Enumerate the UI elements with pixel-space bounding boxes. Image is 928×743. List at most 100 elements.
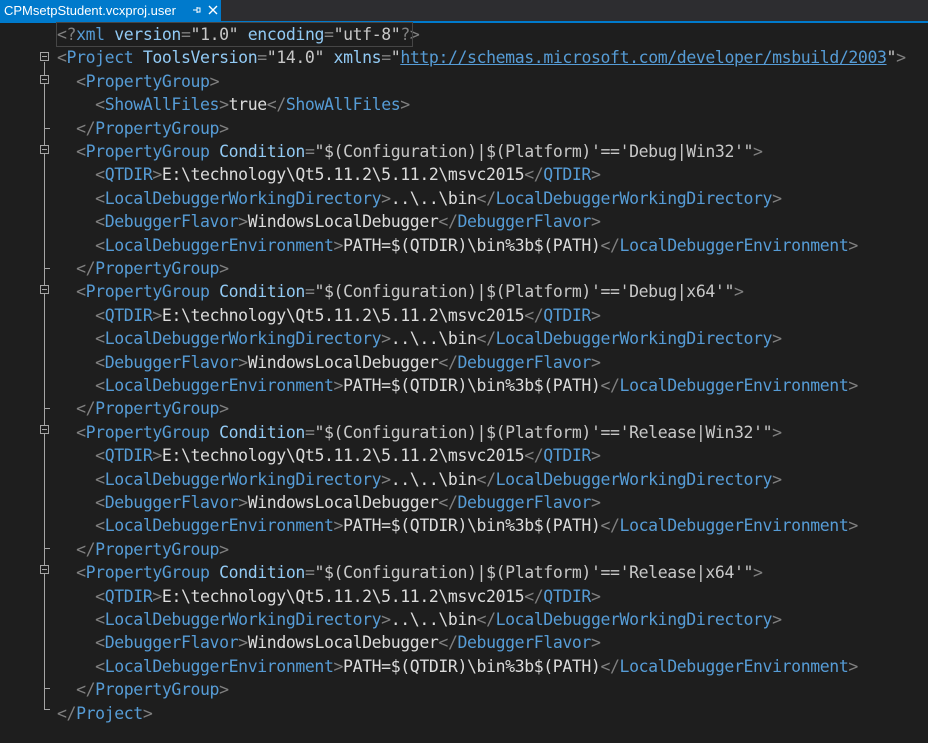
attr-name: version bbox=[114, 25, 181, 44]
element-name: LocalDebuggerEnvironment bbox=[104, 376, 334, 395]
code-line-qtdir[interactable]: <QTDIR>E:\technology\Qt5.11.2\5.11.2\msv… bbox=[57, 163, 601, 186]
collapse-icon[interactable] bbox=[40, 52, 49, 61]
element-value: ..\..\bin bbox=[390, 469, 477, 489]
element-name: QTDIR bbox=[104, 586, 153, 606]
code-line-flavor[interactable]: <DebuggerFlavor>WindowsLocalDebugger</De… bbox=[57, 491, 601, 514]
code-line[interactable]: <ShowAllFiles>true</ShowAllFiles> bbox=[57, 93, 410, 116]
fold-guide-line bbox=[44, 155, 45, 268]
document-tab[interactable]: CPMsetpStudent.vcxproj.user bbox=[0, 0, 221, 21]
element-name: LocalDebuggerWorkingDirectory bbox=[104, 469, 382, 489]
element-value: E:\technology\Qt5.11.2\5.11.2\msvc2015 bbox=[161, 586, 525, 606]
code-line-env[interactable]: <LocalDebuggerEnvironment>PATH=$(QTDIR)\… bbox=[57, 655, 858, 678]
element-name: PropertyGroup bbox=[85, 422, 210, 442]
element-name: DebuggerFlavor bbox=[457, 212, 591, 232]
code-line-workdir[interactable]: <LocalDebuggerWorkingDirectory>..\..\bin… bbox=[57, 187, 782, 210]
code-line-property-group-open[interactable]: <PropertyGroup Condition="$(Configuratio… bbox=[57, 561, 763, 584]
code-line-property-group-open[interactable]: <PropertyGroup Condition="$(Configuratio… bbox=[57, 140, 763, 163]
code-line-workdir[interactable]: <LocalDebuggerWorkingDirectory>..\..\bin… bbox=[57, 608, 782, 631]
collapse-icon[interactable] bbox=[40, 425, 49, 434]
element-name: LocalDebuggerEnvironment bbox=[619, 376, 849, 395]
element-value: E:\technology\Qt5.11.2\5.11.2\msvc2015 bbox=[161, 305, 525, 325]
code-line-workdir[interactable]: <LocalDebuggerWorkingDirectory>..\..\bin… bbox=[57, 468, 782, 491]
collapse-icon[interactable] bbox=[40, 565, 49, 574]
close-icon[interactable] bbox=[205, 4, 221, 18]
attr-name: Condition bbox=[219, 282, 305, 302]
element-name: PropertyGroup bbox=[95, 539, 220, 559]
attr-value: "$(Configuration)|$(Platform)'=='Release… bbox=[314, 563, 754, 583]
element-value: ..\..\bin bbox=[390, 329, 477, 349]
element-name: QTDIR bbox=[104, 446, 153, 466]
fold-guide-end bbox=[44, 128, 50, 129]
element-name: Project bbox=[76, 703, 143, 723]
element-name: DebuggerFlavor bbox=[104, 352, 239, 372]
attr-name: xmlns bbox=[333, 48, 382, 68]
attr-name: Condition bbox=[219, 142, 305, 161]
fold-guide-end bbox=[44, 548, 50, 549]
code-line-project-open[interactable]: <Project ToolsVersion="14.0" xmlns="http… bbox=[57, 46, 906, 69]
collapse-icon[interactable] bbox=[40, 285, 49, 294]
attr-name: encoding bbox=[247, 25, 325, 44]
fold-guide-line bbox=[44, 575, 45, 688]
element-value: PATH=$(QTDIR)\bin%3b$(PATH) bbox=[343, 516, 601, 536]
code-line-qtdir[interactable]: <QTDIR>E:\technology\Qt5.11.2\5.11.2\msv… bbox=[57, 304, 601, 327]
attr-value: "utf-8" bbox=[333, 25, 401, 44]
document-tab-bar: CPMsetpStudent.vcxproj.user bbox=[0, 0, 928, 21]
code-editor[interactable]: <?xml version="1.0" encoding="utf-8"?> <… bbox=[0, 21, 928, 743]
code-line-property-group-close[interactable]: </PropertyGroup> bbox=[57, 538, 229, 561]
code-line-property-group-open[interactable]: <PropertyGroup Condition="$(Configuratio… bbox=[57, 421, 782, 444]
code-line[interactable]: </PropertyGroup> bbox=[57, 117, 229, 140]
element-name: LocalDebuggerEnvironment bbox=[104, 656, 334, 676]
element-name: DebuggerFlavor bbox=[104, 493, 239, 512]
code-line-property-group-open[interactable]: <PropertyGroup Condition="$(Configuratio… bbox=[57, 280, 744, 303]
element-value: PATH=$(QTDIR)\bin%3b$(PATH) bbox=[343, 376, 601, 395]
code-line-qtdir[interactable]: <QTDIR>E:\technology\Qt5.11.2\5.11.2\msv… bbox=[57, 444, 601, 467]
attr-value: "14.0" bbox=[266, 48, 325, 68]
attr-value: "$(Configuration)|$(Platform)'=='Release… bbox=[314, 422, 773, 442]
element-name: DebuggerFlavor bbox=[457, 352, 591, 372]
code-line-env[interactable]: <LocalDebuggerEnvironment>PATH=$(QTDIR)\… bbox=[57, 234, 858, 257]
element-value: WindowsLocalDebugger bbox=[247, 633, 439, 653]
fold-guide-end bbox=[44, 268, 50, 269]
attr-value: "$(Configuration)|$(Platform)'=='Debug|W… bbox=[314, 142, 754, 161]
fold-guide-end bbox=[44, 688, 50, 689]
element-name: LocalDebuggerEnvironment bbox=[104, 235, 334, 255]
code-line-property-group-close[interactable]: </PropertyGroup> bbox=[57, 678, 229, 701]
element-name: QTDIR bbox=[104, 165, 153, 185]
code-line-flavor[interactable]: <DebuggerFlavor>WindowsLocalDebugger</De… bbox=[57, 631, 601, 654]
attr-name: Condition bbox=[219, 563, 305, 583]
element-name: ShowAllFiles bbox=[104, 95, 220, 115]
code-line-xml-declaration[interactable]: <?xml version="1.0" encoding="utf-8"?> bbox=[56, 21, 420, 48]
element-value: WindowsLocalDebugger bbox=[247, 493, 439, 512]
element-value: ..\..\bin bbox=[390, 188, 477, 208]
code-line[interactable]: <PropertyGroup> bbox=[57, 70, 219, 93]
element-name: DebuggerFlavor bbox=[457, 493, 591, 512]
code-line-flavor[interactable]: <DebuggerFlavor>WindowsLocalDebugger</De… bbox=[57, 351, 601, 374]
pin-icon[interactable] bbox=[189, 4, 205, 18]
element-name: LocalDebuggerWorkingDirectory bbox=[495, 329, 773, 349]
code-line-flavor[interactable]: <DebuggerFlavor>WindowsLocalDebugger</De… bbox=[57, 210, 601, 233]
fold-guide-line bbox=[44, 435, 45, 548]
code-line-project-close[interactable]: </Project> bbox=[57, 702, 153, 725]
element-name: LocalDebuggerWorkingDirectory bbox=[495, 469, 773, 489]
element-name: QTDIR bbox=[104, 305, 153, 325]
folding-gutter bbox=[35, 23, 55, 743]
code-line-workdir[interactable]: <LocalDebuggerWorkingDirectory>..\..\bin… bbox=[57, 327, 782, 350]
collapse-icon[interactable] bbox=[40, 145, 49, 154]
element-name: PropertyGroup bbox=[85, 71, 210, 91]
code-line-env[interactable]: <LocalDebuggerEnvironment>PATH=$(QTDIR)\… bbox=[57, 514, 858, 537]
element-value: ..\..\bin bbox=[390, 610, 477, 629]
document-tab-title: CPMsetpStudent.vcxproj.user bbox=[4, 3, 176, 18]
code-line-property-group-close[interactable]: </PropertyGroup> bbox=[57, 257, 229, 280]
code-line-property-group-close[interactable]: </PropertyGroup> bbox=[57, 397, 229, 420]
code-line-qtdir[interactable]: <QTDIR>E:\technology\Qt5.11.2\5.11.2\msv… bbox=[57, 585, 601, 608]
element-name: ShowAllFiles bbox=[285, 95, 401, 115]
element-value: true bbox=[228, 95, 268, 115]
code-line-env[interactable]: <LocalDebuggerEnvironment>PATH=$(QTDIR)\… bbox=[57, 374, 858, 397]
collapse-icon[interactable] bbox=[40, 75, 49, 84]
element-value: PATH=$(QTDIR)\bin%3b$(PATH) bbox=[343, 235, 601, 255]
namespace-link[interactable]: http://schemas.microsoft.com/developer/m… bbox=[400, 48, 887, 67]
element-name: DebuggerFlavor bbox=[104, 633, 239, 653]
fold-guide-line bbox=[44, 85, 45, 128]
decl-name: xml bbox=[76, 25, 105, 44]
attr-name: ToolsVersion bbox=[142, 48, 258, 68]
